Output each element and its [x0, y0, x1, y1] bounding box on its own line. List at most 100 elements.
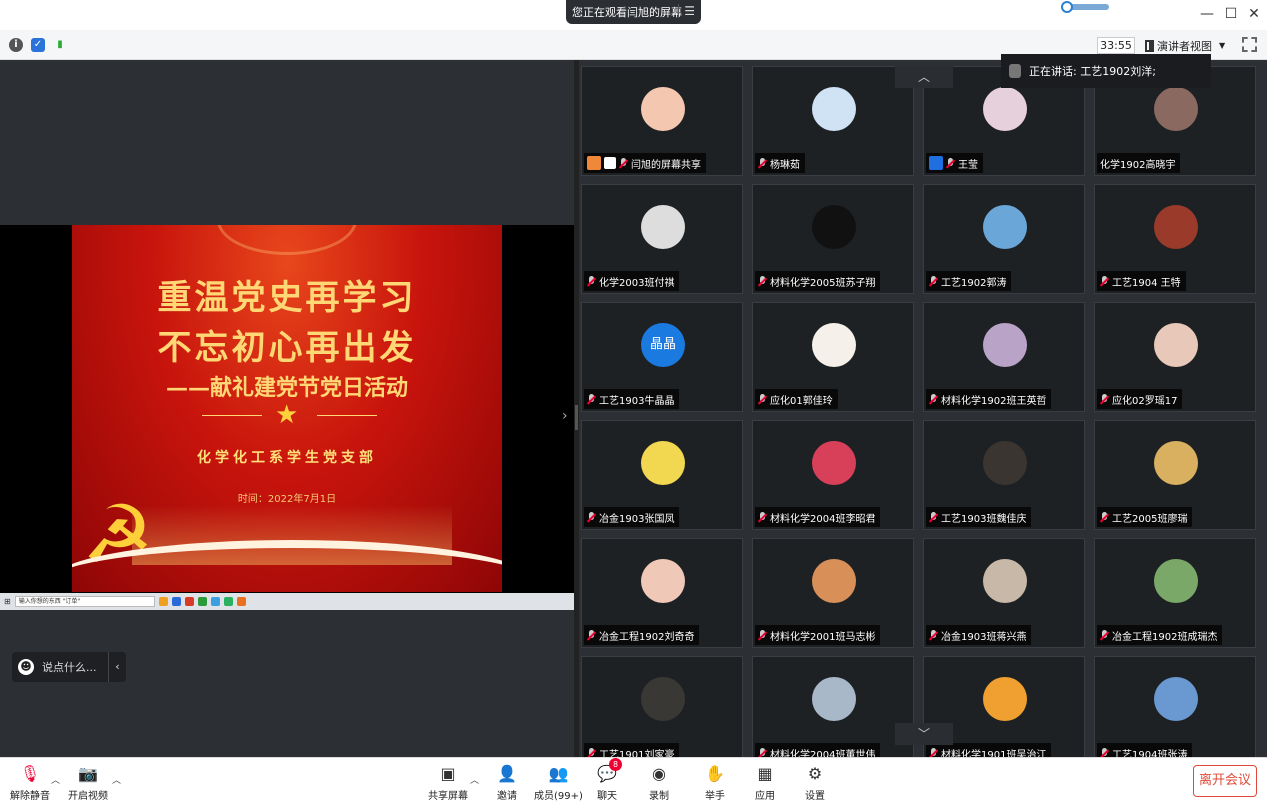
signal-icon[interactable]: ▮	[53, 38, 67, 52]
record-icon: ◉	[652, 763, 666, 783]
muted-microphone-icon	[758, 511, 767, 523]
settings-button[interactable]: ⚙ 设置	[804, 762, 826, 803]
participant-tile[interactable]: 材料化学2005班苏子翔	[752, 184, 914, 294]
participant-tile[interactable]: 冶金工程1902刘奇奇	[581, 538, 743, 648]
chevron-up-icon[interactable]: ︿	[895, 66, 953, 88]
record-label: 录制	[649, 791, 669, 802]
muted-microphone-icon	[758, 747, 767, 758]
chevron-left-icon[interactable]: ‹	[108, 652, 126, 682]
avatar	[983, 87, 1027, 131]
apps-label: 应用	[755, 791, 775, 802]
participant-tile[interactable]: 材料化学2004班董世伟	[752, 656, 914, 757]
participant-name: 工艺1903班魏佳庆	[941, 513, 1027, 525]
record-button[interactable]: ◉ 录制	[648, 762, 670, 803]
speaking-label: 正在讲话: 工艺1902刘洋;	[1029, 65, 1156, 78]
leave-meeting-button[interactable]: 离开会议	[1193, 765, 1257, 797]
avatar	[1154, 677, 1198, 721]
volume-slider[interactable]	[1061, 1, 1109, 13]
meeting-timer: 33:55	[1097, 37, 1135, 54]
participant-tile[interactable]: 冶金1903张国凤	[581, 420, 743, 530]
invite-button[interactable]: 👤 邀请	[496, 762, 518, 803]
menu-icon[interactable]: ☰	[678, 4, 695, 18]
participant-tile[interactable]: 晶晶 工艺1903牛晶晶	[581, 302, 743, 412]
nameplate: 工艺1904班张涛	[1097, 743, 1193, 757]
participant-tile[interactable]: 材料化学2001班马志彬	[752, 538, 914, 648]
participant-tile[interactable]: 闫旭的屏幕共享	[581, 66, 743, 176]
participant-tile[interactable]: 工艺2005班廖瑞	[1094, 420, 1256, 530]
app-icon	[184, 597, 194, 606]
apps-icon: ▦	[757, 763, 773, 783]
nameplate: 冶金1903班蒋兴燕	[926, 625, 1032, 645]
muted-microphone-icon	[1100, 393, 1109, 405]
nameplate: 冶金工程1902班成瑞杰	[1097, 625, 1223, 645]
participant-tile[interactable]: 工艺1901刘家豪	[581, 656, 743, 757]
muted-microphone-icon	[758, 157, 767, 169]
participant-tile[interactable]: 杨琳茹	[752, 66, 914, 176]
volume-knob[interactable]	[1061, 1, 1073, 13]
chevron-up-icon[interactable]: ︿	[51, 773, 60, 786]
nameplate: 杨琳茹	[755, 153, 805, 173]
nameplate: 工艺2005班廖瑞	[1097, 507, 1193, 527]
chevron-up-icon[interactable]: ︿	[470, 773, 479, 786]
participant-name: 化学1902高晓宇	[1100, 159, 1176, 171]
raise-hand-button[interactable]: ✋ 举手	[704, 762, 726, 803]
participant-tile[interactable]: 应化01郭佳玲	[752, 302, 914, 412]
chevron-down-icon[interactable]: ﹀	[895, 723, 953, 745]
participant-tile[interactable]: 工艺1904 王特	[1094, 184, 1256, 294]
unmute-button[interactable]: 🎙 解除静音	[10, 762, 50, 803]
participant-tile[interactable]: 冶金工程1902班成瑞杰	[1094, 538, 1256, 648]
muted-microphone-icon	[929, 747, 938, 758]
start-video-button[interactable]: 📷 开启视频	[68, 762, 108, 803]
minimize-icon[interactable]: —	[1198, 6, 1216, 22]
participant-name: 工艺1901刘家豪	[599, 749, 675, 758]
chat-button[interactable]: 💬 8 聊天	[596, 758, 622, 802]
participant-tile[interactable]: 应化02罗瑶17	[1094, 302, 1256, 412]
members-button[interactable]: 👥 成员(99+)	[534, 762, 583, 803]
participant-tile[interactable]: 工艺1902郭涛	[923, 184, 1085, 294]
presenter-view-dropdown[interactable]: 演讲者视图 ▼	[1145, 36, 1235, 55]
participant-tile[interactable]: 工艺1903班魏佳庆	[923, 420, 1085, 530]
close-icon[interactable]: ✕	[1245, 6, 1263, 22]
avatar	[812, 677, 856, 721]
participant-tile[interactable]: 工艺1904班张涛	[1094, 656, 1256, 757]
presenter-view-icon	[1145, 39, 1154, 52]
apps-button[interactable]: ▦ 应用	[754, 762, 776, 803]
participant-tile[interactable]: 材料化学1902班王英哲	[923, 302, 1085, 412]
avatar	[812, 87, 856, 131]
nameplate: 王莹	[926, 153, 983, 173]
share-screen-button[interactable]: ▣ 共享屏幕	[428, 762, 468, 803]
divider-left	[202, 415, 262, 416]
members-icon: 👥	[548, 763, 569, 783]
chat-input[interactable]: ☻ 说点什么... ‹	[12, 652, 126, 682]
emblem-decoration	[217, 225, 357, 255]
windows-start-icon: ⊞	[4, 597, 11, 606]
avatar	[1154, 441, 1198, 485]
chevron-up-icon[interactable]: ︿	[112, 773, 121, 786]
muted-microphone-icon	[1100, 275, 1109, 287]
app-icon	[197, 597, 207, 606]
divider-grip[interactable]	[575, 405, 578, 430]
participant-name: 杨琳茹	[770, 159, 800, 171]
chat-placeholder: 说点什么...	[42, 661, 97, 674]
shield-icon[interactable]: ✓	[31, 38, 45, 52]
add-user-icon: 👤	[497, 763, 517, 783]
emoji-icon[interactable]: ☻	[18, 659, 34, 675]
participant-tile[interactable]: 冶金1903班蒋兴燕	[923, 538, 1085, 648]
muted-microphone-icon	[619, 157, 628, 169]
screen-share-banner[interactable]: 您正在观看闫旭的屏幕 ☰	[566, 0, 701, 24]
slide-title-line2: 不忘初心再出发	[157, 328, 417, 368]
participant-tile[interactable]: 化学2003班付祺	[581, 184, 743, 294]
fullscreen-icon[interactable]	[1242, 37, 1257, 52]
muted-microphone-icon	[929, 393, 938, 405]
chevron-right-icon[interactable]: ›	[562, 408, 568, 424]
participant-tile[interactable]: 材料化学2004班李昭君	[752, 420, 914, 530]
info-icon[interactable]: i	[9, 38, 23, 52]
avatar: 晶晶	[641, 323, 685, 367]
shared-taskbar: ⊞ 输入你想的东西 "订单"	[0, 593, 574, 610]
maximize-icon[interactable]: ☐	[1222, 6, 1240, 22]
chat-icon: 💬 8	[596, 758, 622, 784]
panel-divider[interactable]	[574, 60, 579, 757]
avatar	[812, 441, 856, 485]
participant-name: 材料化学2001班马志彬	[770, 631, 876, 643]
participant-name: 材料化学2004班董世伟	[770, 749, 876, 758]
